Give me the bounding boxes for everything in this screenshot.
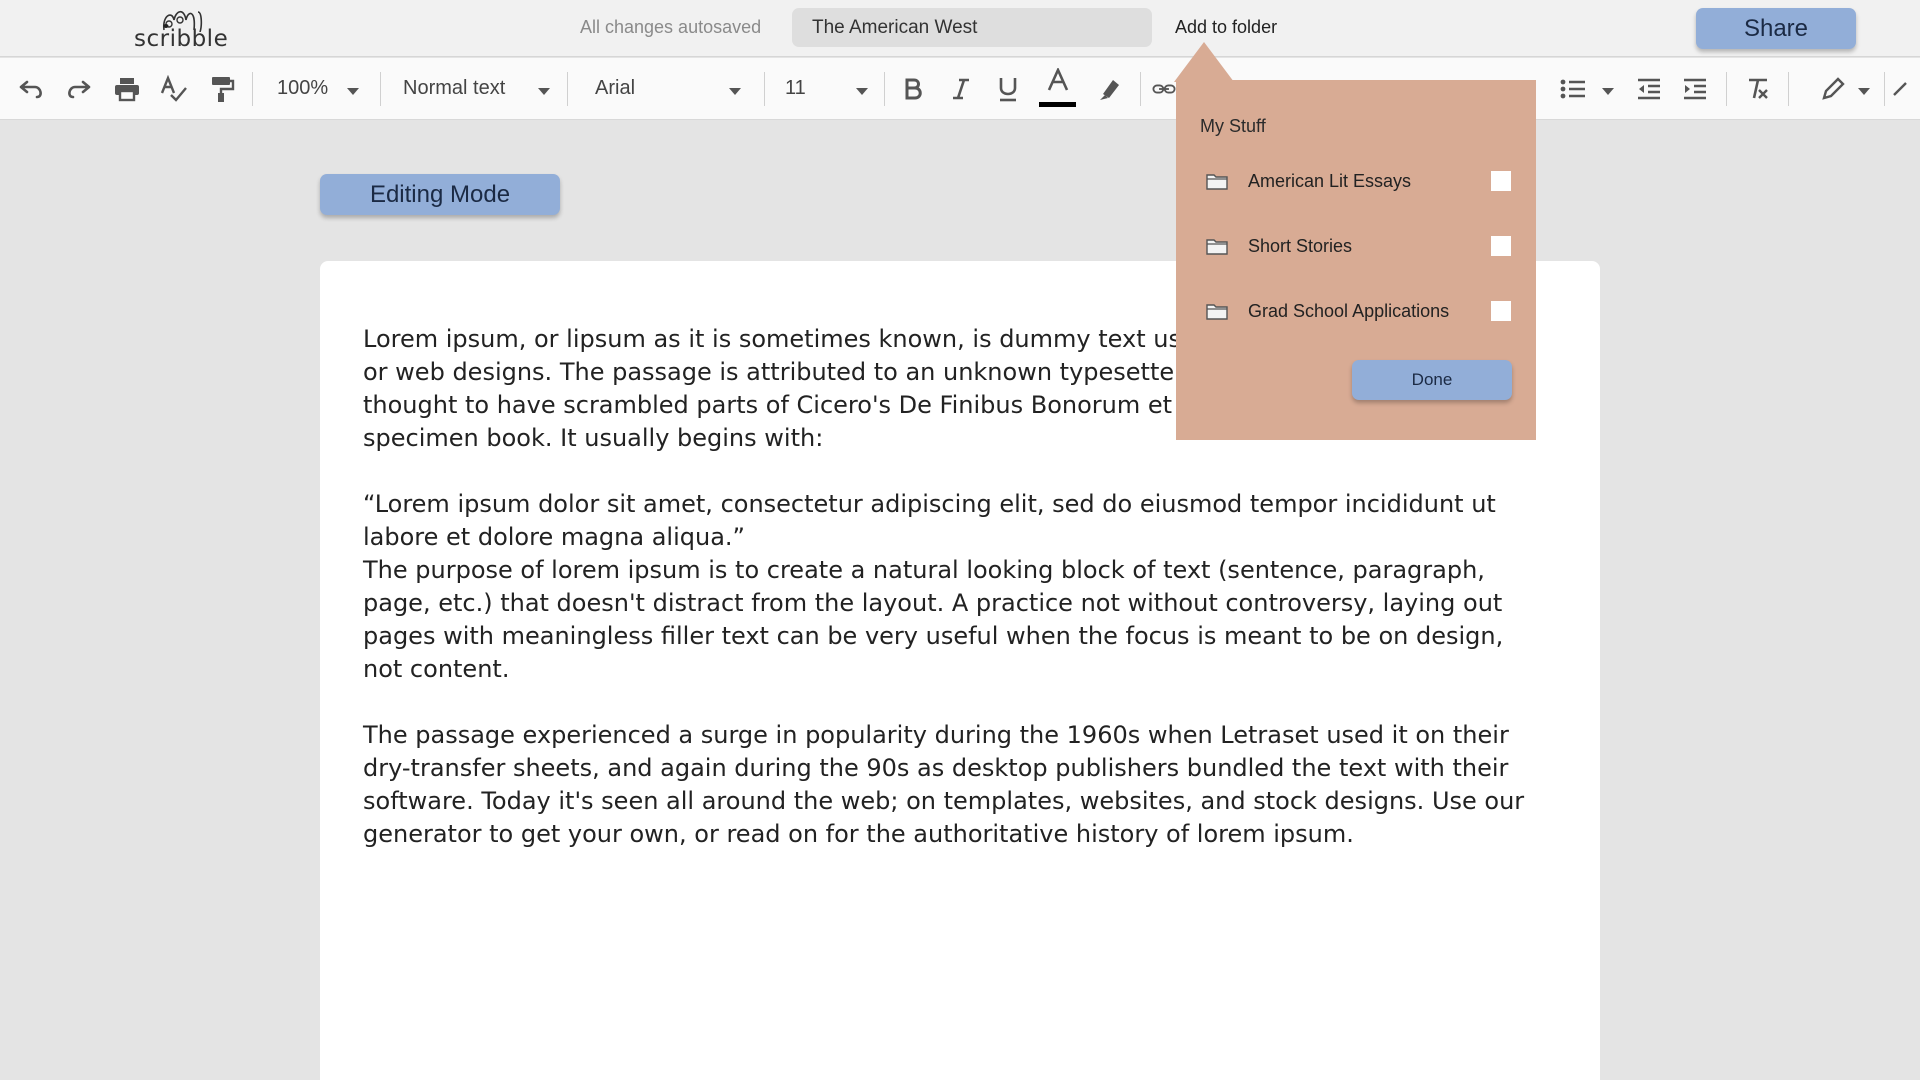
folder-name: American Lit Essays [1248,171,1412,191]
folder-item[interactable]: Grad School Applications [1206,296,1516,326]
folder-item[interactable]: Short Stories [1206,231,1516,261]
bulleted-list-icon[interactable] [1558,58,1588,120]
autosave-status: All changes autosaved [580,17,762,37]
font-family-chevron-down-icon[interactable] [729,88,741,95]
folder-checkbox[interactable] [1491,236,1511,256]
document-title-input[interactable] [792,8,1152,47]
spellcheck-icon[interactable] [157,58,191,120]
toolbar-divider [1726,72,1727,106]
zoom-chevron-down-icon[interactable] [347,88,359,95]
scribble-logo[interactable]: scribble [134,6,228,52]
text-color-swatch [1039,102,1076,107]
folder-icon [1206,239,1228,255]
document-paragraph: The purpose of lorem ipsum is to create … [363,556,1511,683]
done-button[interactable]: Done [1352,360,1512,400]
folder-item[interactable]: American Lit Essays [1206,166,1516,196]
toolbar-divider [1788,72,1789,106]
folder-icon [1206,304,1228,320]
popup-title: My Stuff [1200,116,1266,136]
decrease-indent-icon[interactable] [1634,58,1664,120]
bulleted-list-chevron-down-icon[interactable] [1602,88,1614,95]
document-paragraph: The passage experienced a surge in popul… [363,721,1532,848]
formatting-toolbar: 100% Normal text Arial 11 [0,58,1920,120]
editing-mode-button[interactable]: Editing Mode [320,174,560,215]
increase-indent-icon[interactable] [1680,58,1710,120]
toolbar-divider [380,72,381,106]
font-size-chevron-down-icon[interactable] [856,88,868,95]
edit-mode-chevron-down-icon[interactable] [1858,88,1870,95]
link-icon[interactable] [1152,58,1176,120]
highlight-icon[interactable] [1093,58,1127,120]
toolbar-divider [567,72,568,106]
bold-icon[interactable] [898,58,928,120]
paint-format-icon[interactable] [205,58,239,120]
clear-formatting-icon[interactable] [1742,58,1774,120]
add-to-folder-popup: My Stuff American Lit Essays Short Stori… [1176,80,1536,440]
text-color-icon[interactable] [1040,58,1076,102]
underline-icon[interactable] [993,58,1023,120]
font-family-select[interactable]: Arial [595,77,635,100]
paragraph-style-chevron-down-icon[interactable] [538,88,550,95]
paragraph-style-select[interactable]: Normal text [403,77,505,100]
document-paragraph: “Lorem ipsum dolor sit amet, consectetur… [363,490,1504,551]
folder-checkbox[interactable] [1491,301,1511,321]
toolbar-divider [884,72,885,106]
logo-text: scribble [134,26,229,52]
add-to-folder-button[interactable]: Add to folder [1175,17,1277,38]
toolbar-divider [252,72,253,106]
font-size-select[interactable]: 11 [785,77,806,100]
print-icon[interactable] [110,58,144,120]
folder-checkbox[interactable] [1491,171,1511,191]
folder-name: Short Stories [1248,236,1353,256]
app-header: scribble All changes autosaved Add to fo… [0,0,1920,57]
folder-popup-pointer [1174,42,1234,82]
folder-name: Grad School Applications [1248,301,1450,321]
toolbar-divider [764,72,765,106]
folder-icon [1206,174,1228,190]
italic-icon[interactable] [946,58,976,120]
toolbar-divider [1884,72,1885,106]
zoom-select[interactable]: 100% [277,77,328,100]
edit-pen-icon[interactable] [1818,58,1848,120]
undo-icon[interactable] [14,58,48,120]
collapse-toolbar-icon[interactable] [1892,58,1920,120]
toolbar-divider [1140,72,1141,106]
share-button[interactable]: Share [1696,8,1856,49]
redo-icon[interactable] [62,58,96,120]
